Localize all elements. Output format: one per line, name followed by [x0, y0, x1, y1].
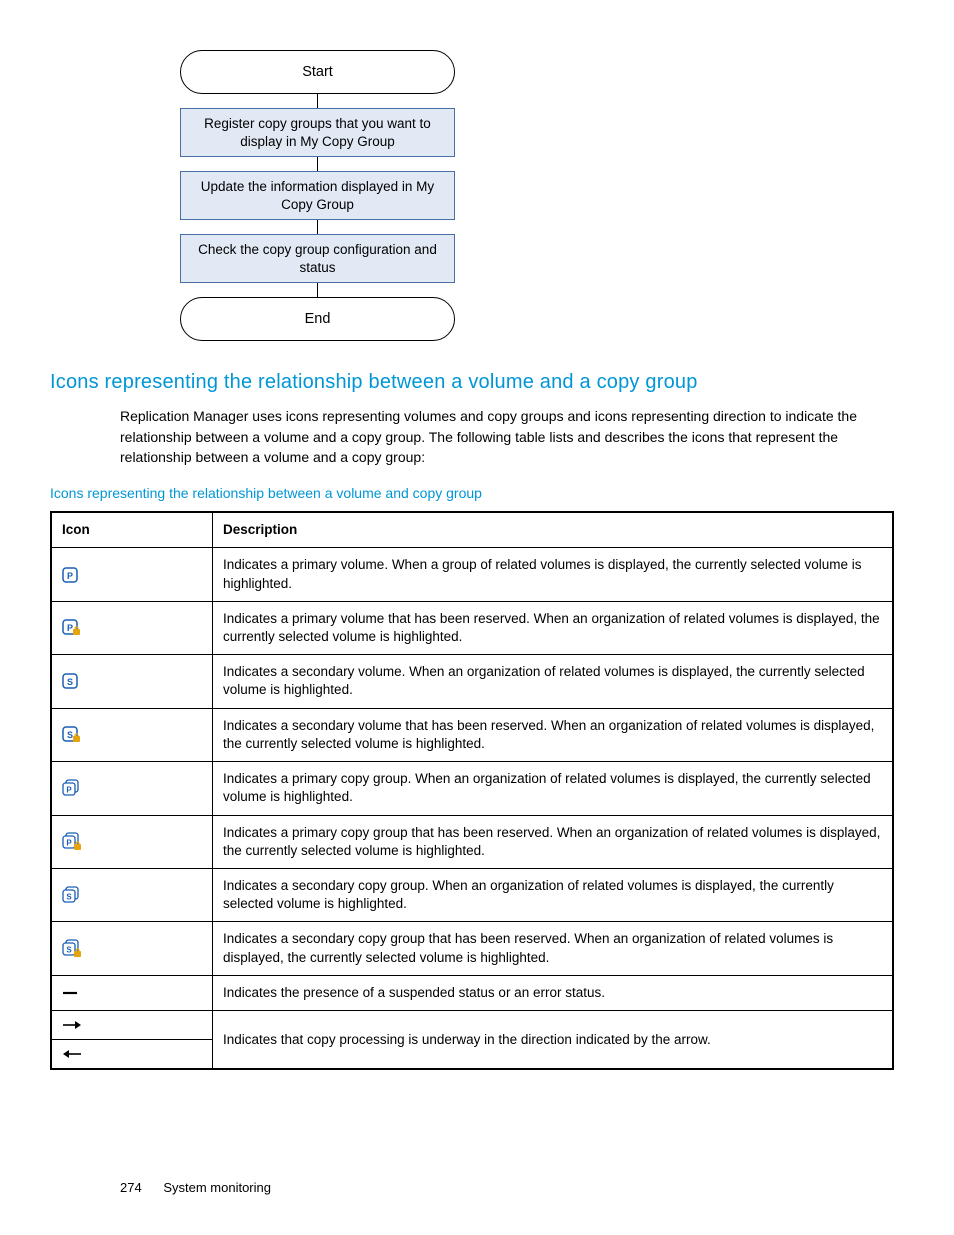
icon-cell: S — [51, 922, 213, 975]
table-row: S Indicates a secondary copy group that … — [51, 922, 893, 975]
table-row: P Indicates a primary copy group. When a… — [51, 762, 893, 815]
icon-cell — [51, 975, 213, 1010]
column-header-icon: Icon — [51, 512, 213, 548]
suspended-error-status-icon — [62, 988, 80, 998]
icon-cell: P — [51, 601, 213, 654]
flowchart: Start Register copy groups that you want… — [180, 50, 455, 341]
table-row: S Indicates a secondary volume. When an … — [51, 655, 893, 708]
svg-text:S: S — [67, 730, 73, 740]
icon-cell — [51, 1040, 213, 1070]
flowchart-step-update: Update the information displayed in My C… — [180, 171, 455, 220]
flowchart-end: End — [180, 297, 455, 341]
flowchart-connector — [317, 157, 318, 171]
svg-text:P: P — [67, 623, 73, 633]
description-cell: Indicates a secondary copy group. When a… — [213, 869, 894, 922]
table-row: S Indicates a secondary volume that has … — [51, 708, 893, 761]
svg-text:P: P — [66, 786, 72, 795]
svg-text:S: S — [67, 677, 73, 687]
page-number: 274 — [120, 1180, 142, 1195]
page-footer: 274 System monitoring — [120, 1180, 271, 1195]
svg-text:P: P — [67, 571, 73, 581]
table-title: Icons representing the relationship betw… — [50, 485, 894, 501]
description-cell: Indicates that copy processing is underw… — [213, 1011, 894, 1070]
table-row: P Indicates a primary volume. When a gro… — [51, 548, 893, 601]
flowchart-connector — [317, 220, 318, 234]
icon-cell: S — [51, 655, 213, 708]
description-cell: Indicates the presence of a suspended st… — [213, 975, 894, 1010]
document-page: Start Register copy groups that you want… — [0, 0, 954, 1235]
footer-section-title: System monitoring — [163, 1180, 271, 1195]
flowchart-connector — [317, 94, 318, 108]
table-row: P Indicates a primary volume that has be… — [51, 601, 893, 654]
description-cell: Indicates a primary volume. When a group… — [213, 548, 894, 601]
intro-paragraph: Replication Manager uses icons represent… — [120, 406, 894, 467]
description-cell: Indicates a primary copy group that has … — [213, 815, 894, 868]
description-cell: Indicates a primary copy group. When an … — [213, 762, 894, 815]
table-row: Indicates that copy processing is underw… — [51, 1011, 893, 1040]
primary-volume-reserved-icon: P — [62, 619, 82, 637]
svg-text:S: S — [66, 893, 72, 902]
icon-cell — [51, 1011, 213, 1040]
description-cell: Indicates a primary volume that has been… — [213, 601, 894, 654]
flowchart-step-register: Register copy groups that you want to di… — [180, 108, 455, 157]
svg-text:P: P — [66, 838, 72, 847]
icon-cell: P — [51, 762, 213, 815]
description-cell: Indicates a secondary copy group that ha… — [213, 922, 894, 975]
icon-cell: S — [51, 869, 213, 922]
secondary-copy-group-reserved-icon: S — [62, 939, 84, 959]
icon-description-table: Icon Description P Indicates a primary v… — [50, 511, 894, 1070]
svg-text:S: S — [66, 945, 72, 954]
icon-cell: P — [51, 815, 213, 868]
table-row: S Indicates a secondary copy group. When… — [51, 869, 893, 922]
table-row: P Indicates a primary copy group that ha… — [51, 815, 893, 868]
icon-cell: S — [51, 708, 213, 761]
secondary-volume-reserved-icon: S — [62, 726, 82, 744]
secondary-copy-group-icon: S — [62, 886, 82, 904]
icon-cell: P — [51, 548, 213, 601]
description-cell: Indicates a secondary volume. When an or… — [213, 655, 894, 708]
primary-copy-group-reserved-icon: P — [62, 832, 84, 852]
table-header-row: Icon Description — [51, 512, 893, 548]
table-row: Indicates the presence of a suspended st… — [51, 975, 893, 1010]
flowchart-connector — [317, 283, 318, 297]
arrow-right-icon — [62, 1019, 82, 1031]
primary-volume-icon: P — [62, 567, 80, 583]
secondary-volume-icon: S — [62, 673, 80, 689]
section-heading: Icons representing the relationship betw… — [50, 371, 894, 394]
primary-copy-group-icon: P — [62, 779, 82, 797]
arrow-left-icon — [62, 1048, 82, 1060]
flowchart-step-check: Check the copy group configuration and s… — [180, 234, 455, 283]
description-cell: Indicates a secondary volume that has be… — [213, 708, 894, 761]
flowchart-start: Start — [180, 50, 455, 94]
column-header-description: Description — [213, 512, 894, 548]
